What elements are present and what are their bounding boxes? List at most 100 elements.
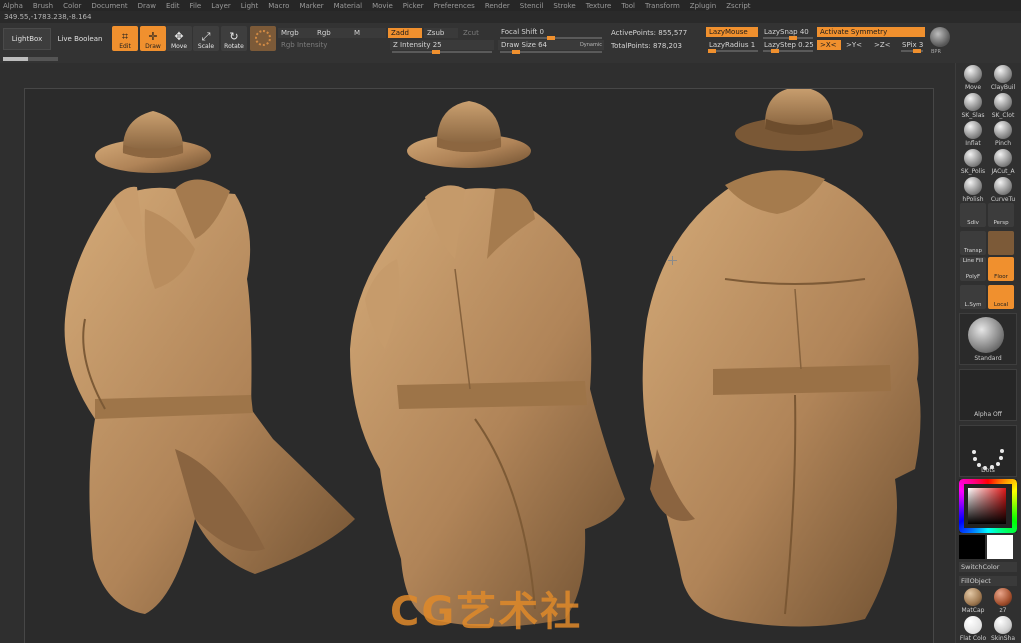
spix-knob[interactable]	[913, 49, 921, 53]
brush-sk-slas[interactable]: SK_Slas	[958, 93, 988, 121]
material-z7[interactable]: z7	[989, 588, 1017, 616]
menu-light[interactable]: Light	[241, 2, 258, 10]
menu-texture[interactable]: Texture	[586, 2, 612, 10]
symmetry-z-button[interactable]: >Z<	[871, 40, 895, 50]
viewport-canvas[interactable]: CG艺术社	[0, 63, 955, 643]
brush-sphere-icon	[994, 93, 1012, 111]
rotate-button[interactable]: ↻ Rotate	[221, 26, 247, 51]
menu-layer[interactable]: Layer	[211, 2, 231, 10]
activate-symmetry-button[interactable]: Activate Symmetry	[817, 27, 925, 37]
material-flat-colo[interactable]: Flat Colo	[959, 616, 987, 643]
edit-button[interactable]: ⌗ Edit	[112, 26, 138, 51]
lazystep-knob[interactable]	[771, 49, 779, 53]
scale-button[interactable]: ⤢ Scale	[193, 26, 219, 51]
draw-button[interactable]: ✛ Draw	[140, 26, 166, 51]
saturation-value-square[interactable]	[968, 488, 1006, 524]
polyf-button[interactable]: Line Fill PolyF	[960, 257, 986, 281]
sdiv-button[interactable]: Sdiv	[960, 203, 986, 227]
lsym-button[interactable]: L.Sym	[960, 285, 986, 309]
bpr-render-icon[interactable]	[930, 27, 950, 47]
lightbox-button[interactable]: LightBox	[3, 28, 51, 50]
fill-object-button[interactable]: FillObject	[959, 576, 1017, 586]
floor-button[interactable]: Floor	[988, 257, 1014, 281]
brush-pinch[interactable]: Pinch	[988, 121, 1018, 149]
menu-alpha[interactable]: Alpha	[3, 2, 23, 10]
menu-tool[interactable]: Tool	[621, 2, 635, 10]
menu-transform[interactable]: Transform	[645, 2, 680, 10]
menu-stencil[interactable]: Stencil	[520, 2, 544, 10]
z-intensity-track[interactable]	[392, 50, 492, 54]
material-matcap[interactable]: MatCap	[959, 588, 987, 616]
lazyradius-track[interactable]	[708, 49, 758, 53]
draw-size-track[interactable]	[500, 50, 602, 54]
local-button[interactable]: Local	[988, 285, 1014, 309]
brush-curvetu[interactable]: CurveTu	[988, 177, 1018, 205]
persp-button[interactable]: Persp	[988, 203, 1014, 227]
z-intensity-slider[interactable]: Z Intensity 25	[390, 40, 494, 50]
brush-sk-polis[interactable]: SK_Polis	[958, 149, 988, 177]
zcut-button[interactable]: Zcut	[460, 28, 494, 38]
ghost-button[interactable]	[988, 231, 1014, 255]
move-button[interactable]: ✥ Move	[166, 26, 192, 51]
menu-zplugin[interactable]: Zplugin	[690, 2, 716, 10]
rgb-intensity-slider[interactable]: Rgb Intensity	[278, 40, 386, 50]
menu-zscript[interactable]: Zscript	[726, 2, 750, 10]
menu-brush[interactable]: Brush	[33, 2, 53, 10]
lazyradius-knob[interactable]	[708, 49, 716, 53]
rgb-button[interactable]: Rgb	[314, 28, 350, 38]
brush-sphere-icon	[964, 149, 982, 167]
menu-edit[interactable]: Edit	[166, 2, 180, 10]
lazymouse-button[interactable]: LazyMouse	[706, 27, 758, 37]
menu-render[interactable]: Render	[485, 2, 510, 10]
menu-marker[interactable]: Marker	[299, 2, 323, 10]
brush-sk-clot[interactable]: SK_Clot	[988, 93, 1018, 121]
menu-movie[interactable]: Movie	[372, 2, 393, 10]
lazystep-track[interactable]	[763, 49, 813, 53]
menu-material[interactable]: Material	[334, 2, 362, 10]
brush-move[interactable]: Move	[958, 65, 988, 93]
symmetry-y-button[interactable]: >Y<	[843, 40, 867, 50]
current-brush-slot[interactable]: Standard	[959, 313, 1017, 365]
spix-slider[interactable]: SPix 3	[899, 40, 925, 50]
color-picker[interactable]	[959, 479, 1017, 533]
menu-draw[interactable]: Draw	[138, 2, 156, 10]
brush-hpolish[interactable]: hPolish	[958, 177, 988, 205]
alpha-slot[interactable]: Alpha Off	[959, 369, 1017, 421]
lazysnap-slider[interactable]: LazySnap 40	[761, 27, 815, 37]
menu-file[interactable]: File	[190, 2, 202, 10]
switch-color-button[interactable]: SwitchColor	[959, 562, 1017, 572]
z-intensity-knob[interactable]	[432, 50, 440, 54]
spix-track[interactable]	[901, 49, 923, 53]
zsub-button[interactable]: Zsub	[424, 28, 458, 38]
document-area[interactable]	[24, 87, 934, 643]
active-points: ActivePoints: 855,577	[611, 29, 688, 37]
menu-color[interactable]: Color	[63, 2, 81, 10]
symmetry-x-button[interactable]: >X<	[817, 40, 841, 50]
transp-button[interactable]: Transp	[960, 231, 986, 255]
menu-stroke[interactable]: Stroke	[553, 2, 575, 10]
material-skinsha[interactable]: SkinSha	[989, 616, 1017, 643]
secondary-color-swatch[interactable]	[959, 535, 985, 559]
menu-preferences[interactable]: Preferences	[434, 2, 475, 10]
focal-shift-track[interactable]	[500, 36, 602, 40]
mrgb-button[interactable]: Mrgb	[278, 28, 314, 38]
draw-size-knob[interactable]	[512, 50, 520, 54]
brush-jacut-a[interactable]: JACut_A	[988, 149, 1018, 177]
stroke-slot[interactable]: Dots	[959, 425, 1017, 477]
main-color-swatch[interactable]	[987, 535, 1013, 559]
hat-left	[95, 111, 211, 173]
zadd-button[interactable]: Zadd	[388, 28, 422, 38]
menu-macro[interactable]: Macro	[268, 2, 289, 10]
move-icon: ✥	[174, 30, 184, 43]
brush-claybuil[interactable]: ClayBuil	[988, 65, 1018, 93]
draw-size-slider[interactable]: Draw Size 64 Dynamic	[498, 40, 604, 50]
menu-document[interactable]: Document	[91, 2, 127, 10]
m-button[interactable]: M	[350, 28, 386, 38]
brush-inflat[interactable]: Inflat	[958, 121, 988, 149]
live-boolean-button[interactable]: Live Boolean	[54, 28, 106, 50]
dynamic-toggle[interactable]: Dynamic	[580, 40, 602, 50]
lazysnap-track[interactable]	[763, 36, 813, 40]
menu-picker[interactable]: Picker	[403, 2, 424, 10]
lazystep-slider[interactable]: LazyStep 0.25	[761, 40, 815, 50]
material-button[interactable]	[250, 26, 276, 51]
